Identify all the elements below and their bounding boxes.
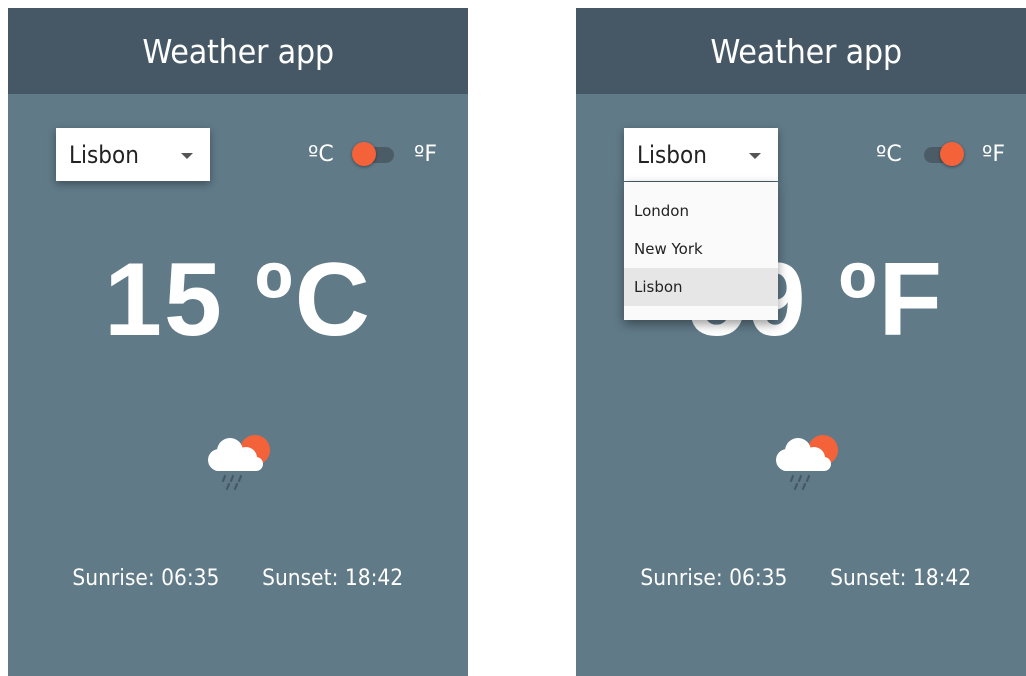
city-select[interactable]: Lisbon — [624, 128, 778, 181]
app-bar: Weather app — [576, 8, 1026, 94]
sunrise-time: Sunrise: 06:35 — [640, 566, 788, 591]
unit-celsius-label: ºC — [308, 142, 334, 167]
unit-celsius-label: ºC — [876, 142, 902, 167]
cloud-rain-sun-icon — [208, 435, 270, 491]
unit-toggle[interactable] — [920, 142, 964, 166]
chevron-down-icon — [749, 153, 761, 159]
unit-toggle[interactable] — [352, 142, 396, 166]
cloud-rain-sun-icon — [776, 435, 838, 491]
city-dropdown-menu: London New York Lisbon — [624, 182, 778, 320]
city-select[interactable]: Lisbon — [56, 128, 210, 181]
unit-fahrenheit-label: ºF — [414, 142, 438, 167]
unit-fahrenheit-label: ºF — [982, 142, 1006, 167]
app-title: Weather app — [142, 31, 334, 71]
dropdown-option-london[interactable]: London — [624, 192, 778, 230]
app-title: Weather app — [710, 31, 902, 71]
sun-times: Sunrise: 06:35 Sunset: 18:42 — [8, 566, 468, 591]
weather-screen-celsius: Weather app Lisbon ºC ºF 15 ºC Sunrise: … — [8, 8, 468, 676]
sunrise-time: Sunrise: 06:35 — [72, 566, 220, 591]
sun-times: Sunrise: 06:35 Sunset: 18:42 — [576, 566, 1026, 591]
toggle-thumb — [940, 142, 964, 166]
temperature-value: 15 ºC — [104, 242, 372, 358]
sunset-time: Sunset: 18:42 — [262, 566, 404, 591]
city-select-value: Lisbon — [69, 140, 139, 169]
weather-screen-fahrenheit: Weather app ºC ºF 59 ºF Sunrise: 06:35 S… — [576, 8, 1026, 676]
city-select-value: Lisbon — [637, 140, 707, 169]
dropdown-option-lisbon[interactable]: Lisbon — [624, 268, 778, 306]
chevron-down-icon — [181, 153, 193, 159]
app-bar: Weather app — [8, 8, 468, 94]
dropdown-option-new-york[interactable]: New York — [624, 230, 778, 268]
toggle-thumb — [352, 142, 376, 166]
sunset-time: Sunset: 18:42 — [830, 566, 972, 591]
